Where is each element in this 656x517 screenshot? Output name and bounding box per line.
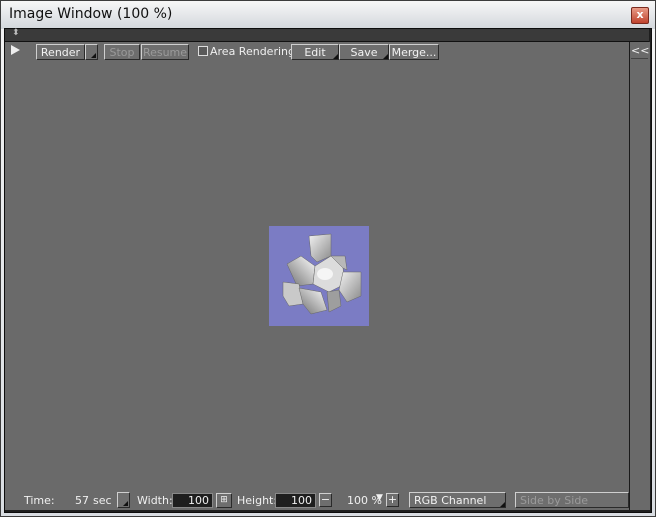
time-dropdown[interactable]	[117, 492, 130, 508]
edit-dropdown-icon[interactable]	[326, 44, 339, 60]
play-icon[interactable]	[11, 45, 20, 55]
merge-button[interactable]: Merge...	[389, 44, 439, 60]
time-label: Time:	[24, 494, 55, 507]
side-by-side-button[interactable]: Side by Side	[515, 492, 629, 508]
height-field[interactable]: 100	[275, 493, 316, 508]
rendered-object	[282, 233, 362, 315]
channel-select[interactable]: RGB Channel	[409, 492, 506, 508]
render-button[interactable]: Render	[36, 44, 85, 60]
header-strip: ⬍	[5, 28, 649, 42]
window-title: Image Window (100 %)	[9, 6, 173, 22]
rendered-image	[269, 226, 369, 326]
save-dropdown-icon[interactable]	[376, 44, 389, 60]
width-label: Width:	[137, 494, 173, 507]
stop-button[interactable]: Stop	[104, 44, 140, 60]
side-panel: <<	[629, 42, 650, 510]
close-button[interactable]: x	[631, 7, 649, 24]
link-aspect-icon[interactable]: ⊞	[216, 493, 232, 508]
time-value: 57	[75, 494, 89, 507]
zoom-dropdown-icon[interactable]: ▼	[376, 493, 383, 503]
resize-arrows-icon[interactable]: ⬍	[12, 28, 20, 38]
area-rendering-label: Area Rendering	[210, 45, 295, 58]
area-rendering-checkbox[interactable]	[198, 46, 208, 56]
render-dropdown[interactable]	[85, 44, 98, 60]
status-bar: Time: 57 sec Width: 100 ⊞ Height: 100 − …	[5, 490, 629, 510]
channel-dropdown-icon[interactable]	[493, 492, 506, 508]
collapse-panel-button[interactable]: <<	[631, 44, 649, 59]
zoom-out-button[interactable]: −	[319, 493, 332, 507]
zoom-in-button[interactable]: +	[386, 493, 399, 507]
title-bar[interactable]: Image Window (100 %) x	[1, 1, 655, 29]
resume-button[interactable]: Resume	[141, 44, 189, 60]
width-field[interactable]: 100	[172, 493, 213, 508]
render-viewport	[5, 62, 629, 490]
height-label: Height:	[237, 494, 278, 507]
time-unit: sec	[93, 494, 112, 507]
toolbar: Render Stop Resume Area Rendering Edit S…	[5, 42, 629, 62]
